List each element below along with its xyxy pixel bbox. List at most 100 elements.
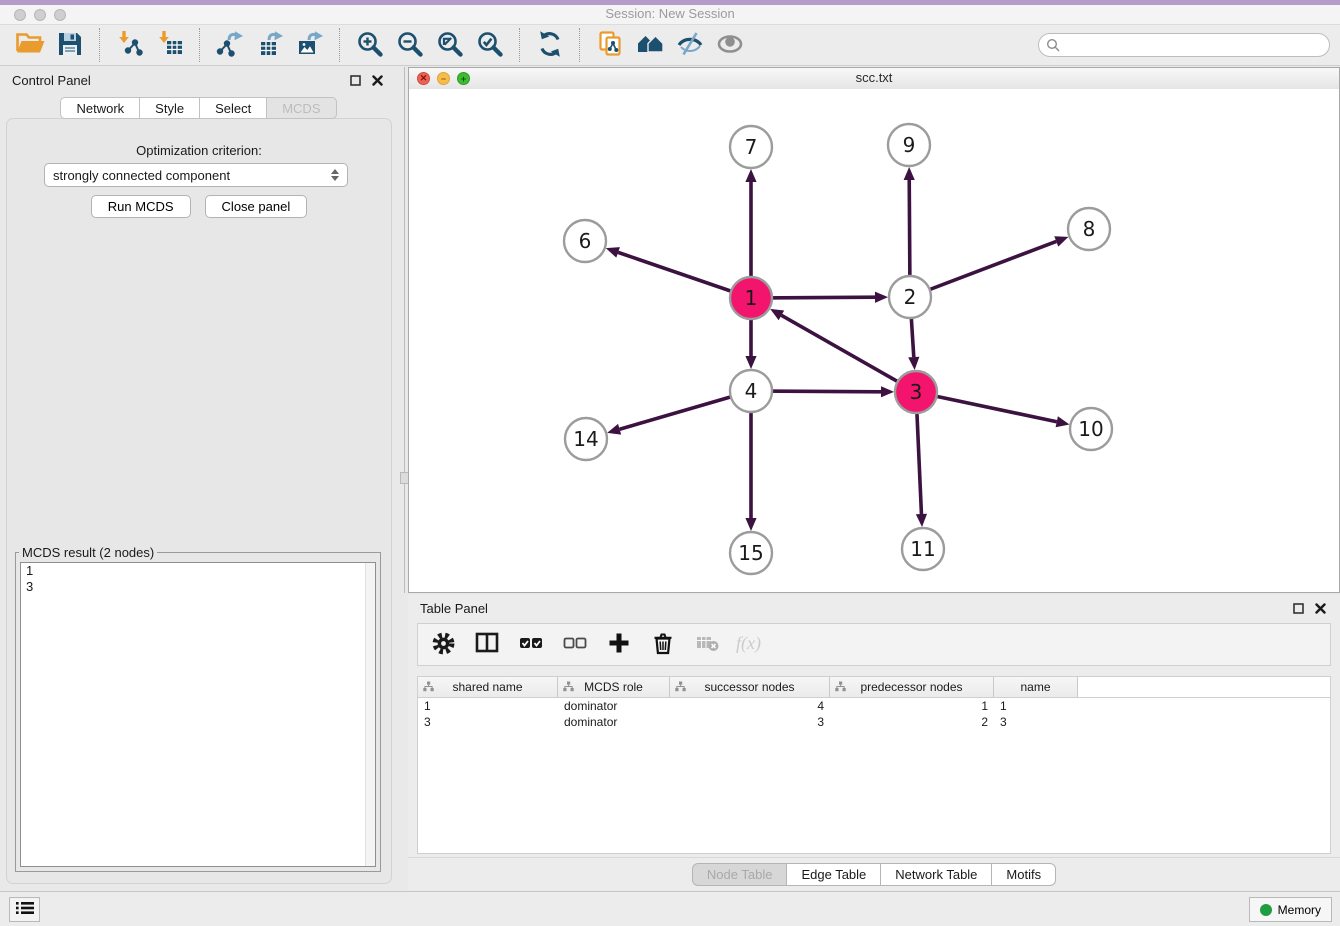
table-cell[interactable]: 2 [830, 714, 994, 730]
add-column-button[interactable] [604, 630, 634, 660]
column-header-successor-nodes[interactable]: successor nodes [670, 677, 830, 697]
graph-node-label: 15 [738, 541, 763, 565]
mcds-buttons-row: Run MCDS Close panel [7, 195, 391, 218]
zoom-fit-button[interactable] [432, 27, 468, 63]
hide-graphics-details-icon [676, 30, 704, 61]
tab-select[interactable]: Select [199, 97, 266, 119]
toolbar-separator [519, 28, 521, 62]
search-input[interactable] [1038, 33, 1330, 57]
unselect-all-button[interactable] [560, 630, 590, 660]
network-window-title: scc.txt [409, 70, 1339, 85]
tab-mcds[interactable]: MCDS [266, 97, 336, 119]
close-panel-button[interactable]: Close panel [205, 195, 308, 218]
memory-button[interactable]: Memory [1249, 897, 1332, 922]
table-panel-title: Table Panel [420, 601, 488, 616]
open-button[interactable] [12, 27, 48, 63]
function-builder-button[interactable]: f(x) [736, 630, 766, 660]
show-graphics-details-icon [716, 30, 744, 61]
control-panel: Control Panel NetworkStyleSelectMCDS Opt… [0, 67, 397, 888]
table-cell[interactable]: dominator [558, 698, 670, 714]
table-cell[interactable]: 1 [994, 698, 1078, 714]
mcds-result-list[interactable]: 13 [20, 562, 376, 867]
edge-arrowhead [1056, 416, 1070, 427]
export-image-icon [296, 30, 324, 61]
graph-node-label: 9 [903, 133, 916, 157]
run-mcds-button[interactable]: Run MCDS [91, 195, 191, 218]
delete-table-button[interactable] [692, 630, 722, 660]
result-scrollbar[interactable] [365, 563, 375, 866]
zoom-out-button[interactable] [392, 27, 428, 63]
select-all-icon [519, 631, 543, 658]
edge-arrowhead [1054, 236, 1068, 246]
mcds-panel: Optimization criterion: strongly connect… [6, 118, 392, 884]
network-canvas[interactable]: 7968124314101511 [409, 89, 1339, 592]
save-button[interactable] [52, 27, 88, 63]
tab-edge-table[interactable]: Edge Table [786, 863, 880, 886]
mcds-result-node: 3 [21, 579, 375, 595]
edge-arrowhead [916, 514, 927, 527]
select-all-button[interactable] [516, 630, 546, 660]
optimization-criterion-select[interactable]: strongly connected component [44, 163, 348, 187]
close-table-panel-icon[interactable] [1312, 601, 1328, 617]
table-cell[interactable]: 3 [418, 714, 558, 730]
table-row[interactable]: 3dominator323 [418, 714, 1330, 730]
tab-node-table[interactable]: Node Table [692, 863, 787, 886]
table-row[interactable]: 1dominator411 [418, 698, 1330, 714]
table-cell[interactable]: 3 [994, 714, 1078, 730]
hide-graphics-details-button[interactable] [672, 27, 708, 63]
memory-label: Memory [1278, 903, 1321, 917]
tab-network-table[interactable]: Network Table [880, 863, 991, 886]
export-network-button[interactable] [212, 27, 248, 63]
table-cell[interactable]: 1 [418, 698, 558, 714]
import-table-icon [156, 30, 184, 61]
task-history-button[interactable] [9, 897, 40, 922]
column-header-predecessor-nodes[interactable]: predecessor nodes [830, 677, 994, 697]
mcds-result-node: 1 [21, 563, 375, 579]
delete-column-icon [651, 631, 675, 658]
toolbar-separator [199, 28, 201, 62]
column-header-name[interactable]: name [994, 677, 1078, 697]
edge-3-1[interactable] [781, 315, 916, 392]
toolbar-separator [99, 28, 101, 62]
gear-button[interactable] [428, 630, 458, 660]
copy-network-button[interactable] [592, 27, 628, 63]
graph-node-label: 6 [579, 229, 592, 253]
mcds-result-title: MCDS result (2 nodes) [19, 545, 157, 560]
table-cell[interactable]: 3 [670, 714, 830, 730]
column-header-MCDS-role[interactable]: MCDS role [558, 677, 670, 697]
split-view-button[interactable] [472, 630, 502, 660]
float-panel-icon[interactable] [347, 73, 363, 89]
vertical-splitter[interactable] [404, 67, 405, 593]
optimization-criterion-value: strongly connected component [53, 168, 230, 183]
table-cell[interactable]: 4 [670, 698, 830, 714]
mcds-result-box: MCDS result (2 nodes) 13 [15, 545, 381, 872]
column-header-shared-name[interactable]: shared name [418, 677, 558, 697]
table-cell[interactable]: dominator [558, 714, 670, 730]
export-image-button[interactable] [292, 27, 328, 63]
table-tabs-bar: Node TableEdge TableNetwork TableMotifs [408, 857, 1340, 890]
show-graphics-details-button[interactable] [712, 27, 748, 63]
tab-style[interactable]: Style [139, 97, 199, 119]
zoom-in-button[interactable] [352, 27, 388, 63]
tab-network[interactable]: Network [60, 97, 139, 119]
graph-node-label: 7 [745, 135, 758, 159]
home-button[interactable] [632, 27, 668, 63]
refresh-button[interactable] [532, 27, 568, 63]
toolbar-icons [10, 27, 750, 63]
edge-arrowhead [875, 292, 888, 303]
table-toolbar: f(x) [417, 623, 1331, 666]
tab-motifs[interactable]: Motifs [991, 863, 1056, 886]
status-bar: Memory [0, 891, 1340, 926]
delete-column-button[interactable] [648, 630, 678, 660]
edge-2-8[interactable] [910, 241, 1056, 297]
import-network-button[interactable] [112, 27, 148, 63]
export-table-button[interactable] [252, 27, 288, 63]
search-field-wrap [1038, 33, 1330, 57]
zoom-selected-button[interactable] [472, 27, 508, 63]
control-panel-header: Control Panel [0, 67, 397, 94]
graph-node-label: 2 [904, 285, 917, 309]
table-cell[interactable]: 1 [830, 698, 994, 714]
close-panel-icon[interactable] [369, 73, 385, 89]
import-table-button[interactable] [152, 27, 188, 63]
float-table-panel-icon[interactable] [1290, 601, 1306, 617]
